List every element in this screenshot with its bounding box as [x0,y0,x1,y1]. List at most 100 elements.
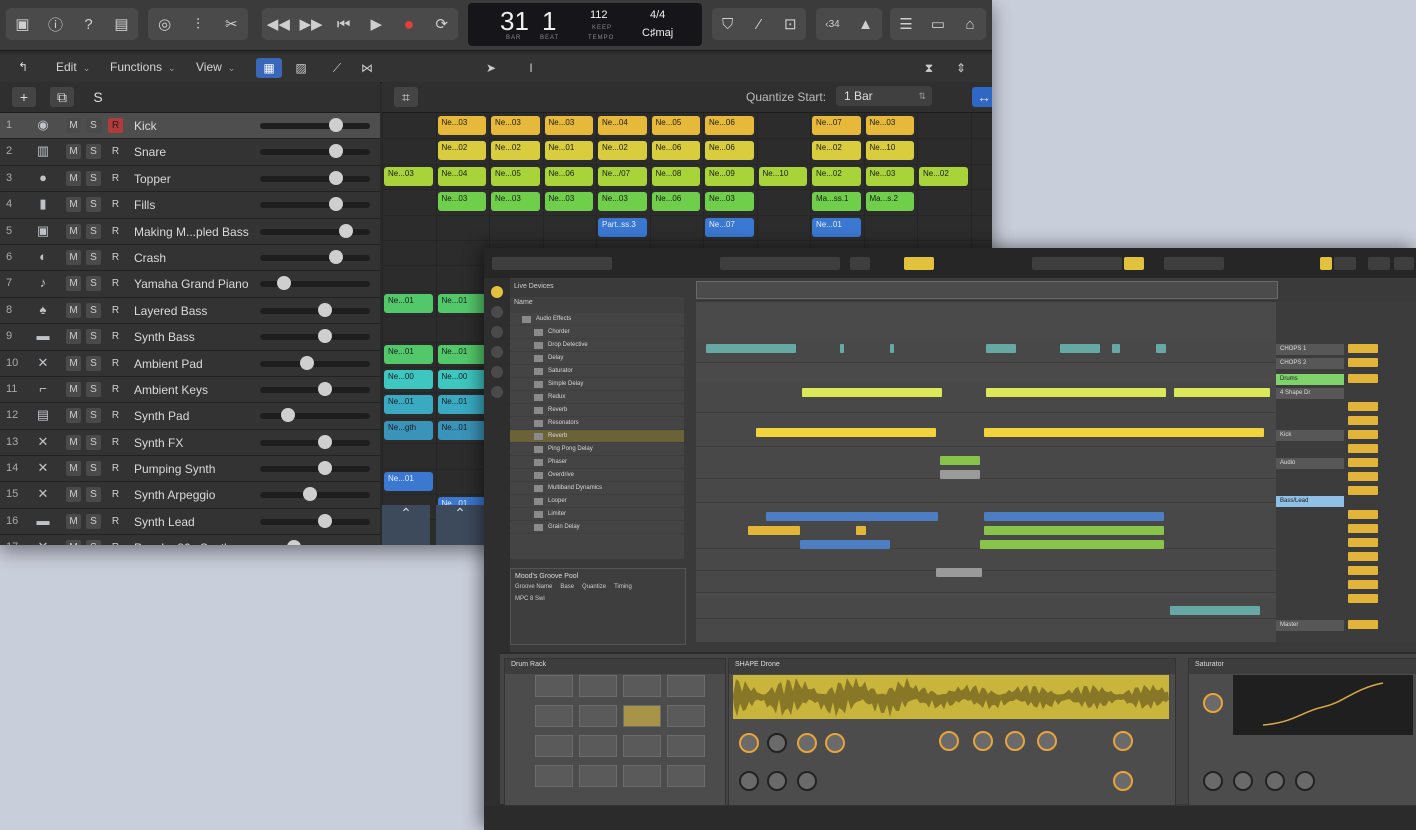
fader-knob[interactable] [318,329,332,344]
track-row[interactable]: 11 ⌐ M S R Ambient Keys [0,376,380,404]
mute-button[interactable]: M [66,197,81,213]
solo-button[interactable]: S [86,118,101,133]
waveform[interactable] [733,675,1169,719]
record-enable-button[interactable]: R [108,144,123,159]
lcd-display[interactable]: 31 1 BAR BEAT 112 KEEP TEMPO 4/4 C♯maj [468,3,702,46]
mixer-volume-button[interactable] [1348,486,1378,495]
record-enable-button[interactable]: R [108,540,123,545]
clip[interactable] [1170,606,1260,615]
clip[interactable] [756,428,936,437]
volume-fader[interactable] [260,118,370,132]
region[interactable]: Ne...00 [437,370,486,389]
region[interactable]: Ne...04 [437,166,486,186]
sidebar-dot-icon[interactable] [491,366,503,378]
volume-fader[interactable] [260,408,370,423]
solo-button[interactable]: S [86,408,101,424]
region[interactable]: Ne...04 [598,116,647,135]
go-to-start-icon[interactable]: ⏮ [330,16,358,33]
drum-pad[interactable] [667,765,705,787]
clip[interactable] [936,568,982,577]
track-row[interactable]: 10 ✕ M S R Ambient Pad [0,350,380,377]
mixer-basslead[interactable]: Bass/Lead [1276,496,1344,507]
mixer-shape[interactable]: 4 Shape Dr [1276,388,1344,399]
region[interactable]: Ne...01 [384,395,433,415]
region[interactable]: Part..ss.3 [598,217,647,237]
record-enable-button[interactable]: R [108,118,123,133]
mixer-volume-button[interactable] [1348,358,1378,367]
drum-pad[interactable] [667,705,705,727]
live-lane[interactable] [696,620,1276,643]
toolbar-control[interactable] [1164,257,1224,270]
record-enable-button[interactable]: R [108,408,123,423]
notepad-icon[interactable]: ▭ [924,15,952,33]
region[interactable]: Ne...03 [865,166,914,186]
mute-button[interactable]: M [66,461,81,477]
browser-item[interactable]: Delay [510,352,684,365]
region[interactable]: Ne...08 [651,166,700,186]
drum-pad[interactable] [623,765,661,787]
fast-forward-icon[interactable]: ▶▶ [297,15,325,33]
clip[interactable] [800,540,890,549]
region[interactable]: Ne...03 [437,192,486,212]
browser-item[interactable]: Chorder [510,326,684,339]
mute-button[interactable]: M [66,170,81,186]
mute-button[interactable]: M [66,487,81,503]
region[interactable]: Ne...09 [705,166,754,186]
knob[interactable] [767,771,787,791]
track-row[interactable]: 16 ▬ M S R Synth Lead [0,508,380,536]
clip[interactable] [802,388,942,397]
chevron-up-icon[interactable]: ⌃ [436,505,484,545]
drum-pad[interactable] [623,705,661,727]
record-enable-button[interactable]: R [108,435,123,450]
browser-item[interactable]: Phaser [510,456,684,469]
automation-icon[interactable]: ⟋ [324,58,350,78]
knob[interactable] [939,731,959,751]
mixer-volume-button[interactable] [1348,458,1378,467]
image-icon[interactable]: ▨ [288,58,314,78]
record-enable-button[interactable]: R [108,250,123,265]
sidebar-dot-icon[interactable] [491,386,503,398]
region[interactable]: Ne...03 [384,166,433,186]
region[interactable]: Ne...02 [437,141,486,161]
drum-pad[interactable] [579,765,617,787]
knob[interactable] [1295,771,1315,791]
live-lane[interactable] [696,550,1276,571]
volume-fader[interactable] [260,223,370,238]
knob[interactable] [1203,771,1223,791]
live-lane[interactable] [696,480,1276,503]
solo-button[interactable]: S [86,144,101,160]
toolbar-control[interactable] [1368,257,1390,270]
region[interactable]: Ne...01 [437,420,486,440]
browser-item[interactable]: Limiter [510,508,684,521]
browser-item[interactable]: Reverb [510,430,684,443]
chevron-up-icon[interactable]: ⌃ [382,505,430,545]
knob[interactable] [1233,771,1253,791]
mute-button[interactable]: M [66,540,81,545]
volume-fader[interactable] [260,461,370,476]
solo-button[interactable]: S [86,434,101,450]
record-enable-button[interactable]: R [108,461,123,476]
fader-knob[interactable] [318,381,332,396]
record-enable-button[interactable]: R [108,356,123,371]
mixer-volume-button[interactable] [1348,594,1378,603]
fader-knob[interactable] [287,540,301,545]
rewind-icon[interactable]: ◀◀ [264,15,292,33]
snap-icon[interactable]: ⌗ [394,87,418,107]
region[interactable]: Ne...01 [544,141,593,161]
mixer-volume-button[interactable] [1348,344,1378,353]
region[interactable]: Ne...10 [865,141,914,161]
fader-knob[interactable] [318,461,332,476]
volume-fader[interactable] [260,249,370,264]
solo-button[interactable]: S [86,170,101,186]
mixer-volume-button[interactable] [1348,538,1378,547]
clip[interactable] [890,344,894,353]
mute-button[interactable]: M [66,223,81,239]
scissors-icon[interactable]: ✂ [217,15,245,33]
record-enable-button[interactable]: R [108,487,123,502]
fader-knob[interactable] [318,513,332,528]
region[interactable]: Ne...06 [705,141,754,161]
region[interactable]: Ne...03 [544,192,593,212]
menu-functions[interactable]: Functions ⌄ [110,60,176,74]
browser-item[interactable]: Looper [510,495,684,508]
track-row[interactable]: 13 ✕ M S R Synth FX [0,429,380,457]
